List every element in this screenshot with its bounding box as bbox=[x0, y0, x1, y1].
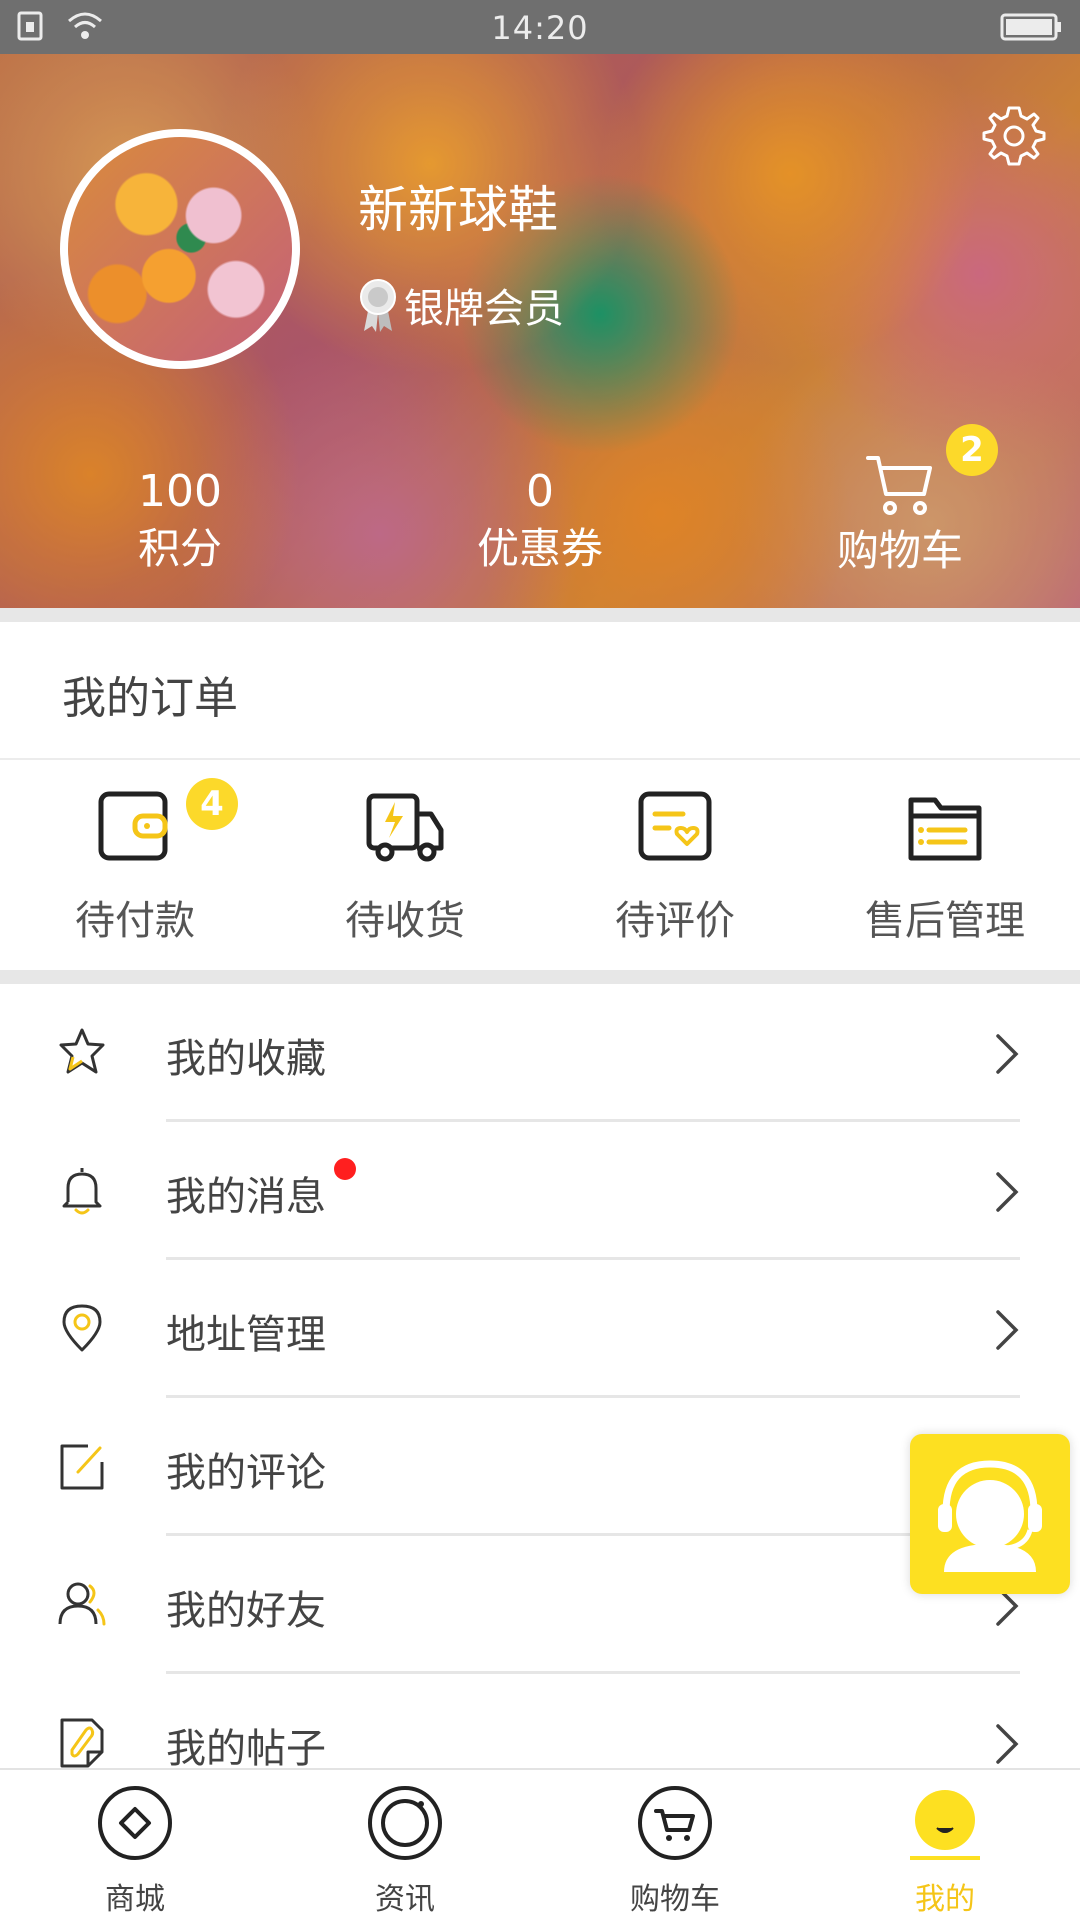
avatar[interactable] bbox=[60, 129, 300, 369]
order-pending-receipt[interactable]: 待收货 bbox=[270, 786, 540, 946]
section-divider bbox=[0, 970, 1080, 984]
battery-icon bbox=[1000, 13, 1062, 45]
order-pending-review[interactable]: 待评价 bbox=[540, 786, 810, 946]
order-after-sales-label: 售后管理 bbox=[865, 898, 1025, 944]
status-time: 14:20 bbox=[491, 9, 589, 47]
menu-item-address[interactable]: 地址管理 bbox=[0, 1260, 1080, 1398]
tab-mine[interactable]: 我的 bbox=[810, 1784, 1080, 1918]
profile-header: 新新球鞋 银牌会员 100 积分 0 优惠券 2 购物车 bbox=[0, 54, 1080, 608]
medal-icon bbox=[360, 279, 396, 332]
bell-icon bbox=[62, 1168, 102, 1215]
order-pending-review-label: 待评价 bbox=[615, 898, 735, 944]
tab-store[interactable]: 商城 bbox=[0, 1784, 270, 1918]
chevron-right-icon bbox=[996, 1172, 1019, 1212]
headset-agent-icon bbox=[938, 1460, 1042, 1572]
bottom-tab-bar: 商城 资讯 购物车 我的 bbox=[0, 1768, 1080, 1920]
member-level-label: 银牌会员 bbox=[404, 286, 564, 332]
points-label: 积分 bbox=[137, 524, 222, 573]
cart-tab-icon bbox=[638, 1786, 712, 1860]
menu-item-favorites[interactable]: 我的收藏 bbox=[0, 984, 1080, 1122]
section-divider bbox=[0, 608, 1080, 622]
profile-screen: 14:20 新新球鞋 银牌会员 100 积分 0 优惠券 2 购物车 我的订单 … bbox=[0, 0, 1080, 1920]
folder-icon bbox=[908, 797, 982, 861]
edit-icon bbox=[60, 1444, 104, 1490]
status-bar: 14:20 bbox=[0, 0, 1080, 54]
cart-icon bbox=[866, 456, 932, 515]
coupons-stat[interactable]: 0 优惠券 bbox=[430, 464, 650, 578]
menu-item-label: 地址管理 bbox=[166, 1312, 326, 1358]
member-level: 银牌会员 bbox=[358, 276, 564, 334]
points-value: 100 bbox=[138, 466, 222, 517]
tab-mine-label: 我的 bbox=[915, 1882, 975, 1917]
menu-item-label: 我的评论 bbox=[166, 1450, 326, 1496]
coupons-value: 0 bbox=[526, 466, 554, 517]
gear-icon bbox=[982, 106, 1046, 166]
tab-news-label: 资讯 bbox=[375, 1882, 435, 1917]
order-pending-payment[interactable]: 4 待付款 bbox=[0, 778, 270, 946]
chevron-right-icon bbox=[996, 1310, 1019, 1350]
coupons-label: 优惠券 bbox=[476, 524, 603, 573]
menu-item-label: 我的好友 bbox=[166, 1588, 326, 1634]
username: 新新球鞋 bbox=[358, 181, 558, 239]
pending-payment-badge: 4 bbox=[186, 778, 238, 830]
orders-title-divider bbox=[0, 758, 1080, 760]
news-circle-icon bbox=[368, 1786, 442, 1860]
tab-cart-label: 购物车 bbox=[630, 1882, 720, 1917]
post-icon bbox=[60, 1718, 104, 1768]
tab-cart[interactable]: 购物车 bbox=[540, 1784, 810, 1918]
menu-item-label: 我的收藏 bbox=[166, 1036, 326, 1082]
friends-icon bbox=[58, 1582, 106, 1626]
customer-service-button[interactable] bbox=[910, 1434, 1070, 1594]
location-pin-icon bbox=[62, 1304, 102, 1352]
order-after-sales[interactable]: 售后管理 bbox=[810, 786, 1080, 946]
chevron-right-icon bbox=[996, 1034, 1019, 1074]
cart-count-badge: 2 bbox=[946, 424, 998, 476]
review-icon bbox=[638, 791, 712, 861]
tab-news[interactable]: 资讯 bbox=[270, 1784, 540, 1918]
delivery-truck-icon bbox=[366, 793, 444, 862]
order-pending-receipt-label: 待收货 bbox=[345, 898, 465, 944]
cart-label: 购物车 bbox=[836, 526, 963, 575]
smile-face-icon bbox=[910, 1790, 980, 1860]
menu-item-label: 我的帖子 bbox=[166, 1726, 326, 1772]
menu-item-messages[interactable]: 我的消息 bbox=[0, 1122, 1080, 1260]
settings-button[interactable] bbox=[982, 102, 1046, 166]
unread-dot bbox=[334, 1158, 356, 1180]
tab-store-label: 商城 bbox=[105, 1882, 165, 1917]
orders-title: 我的订单 bbox=[62, 673, 238, 724]
star-icon bbox=[59, 1028, 105, 1074]
chevron-right-icon bbox=[996, 1724, 1019, 1764]
order-pending-payment-label: 待付款 bbox=[75, 898, 195, 944]
wallet-icon bbox=[98, 791, 168, 861]
cart-stat[interactable]: 2 购物车 bbox=[790, 424, 1010, 580]
menu-item-label: 我的消息 bbox=[166, 1174, 326, 1220]
store-diamond-icon bbox=[98, 1786, 172, 1860]
points-stat[interactable]: 100 积分 bbox=[70, 464, 290, 578]
